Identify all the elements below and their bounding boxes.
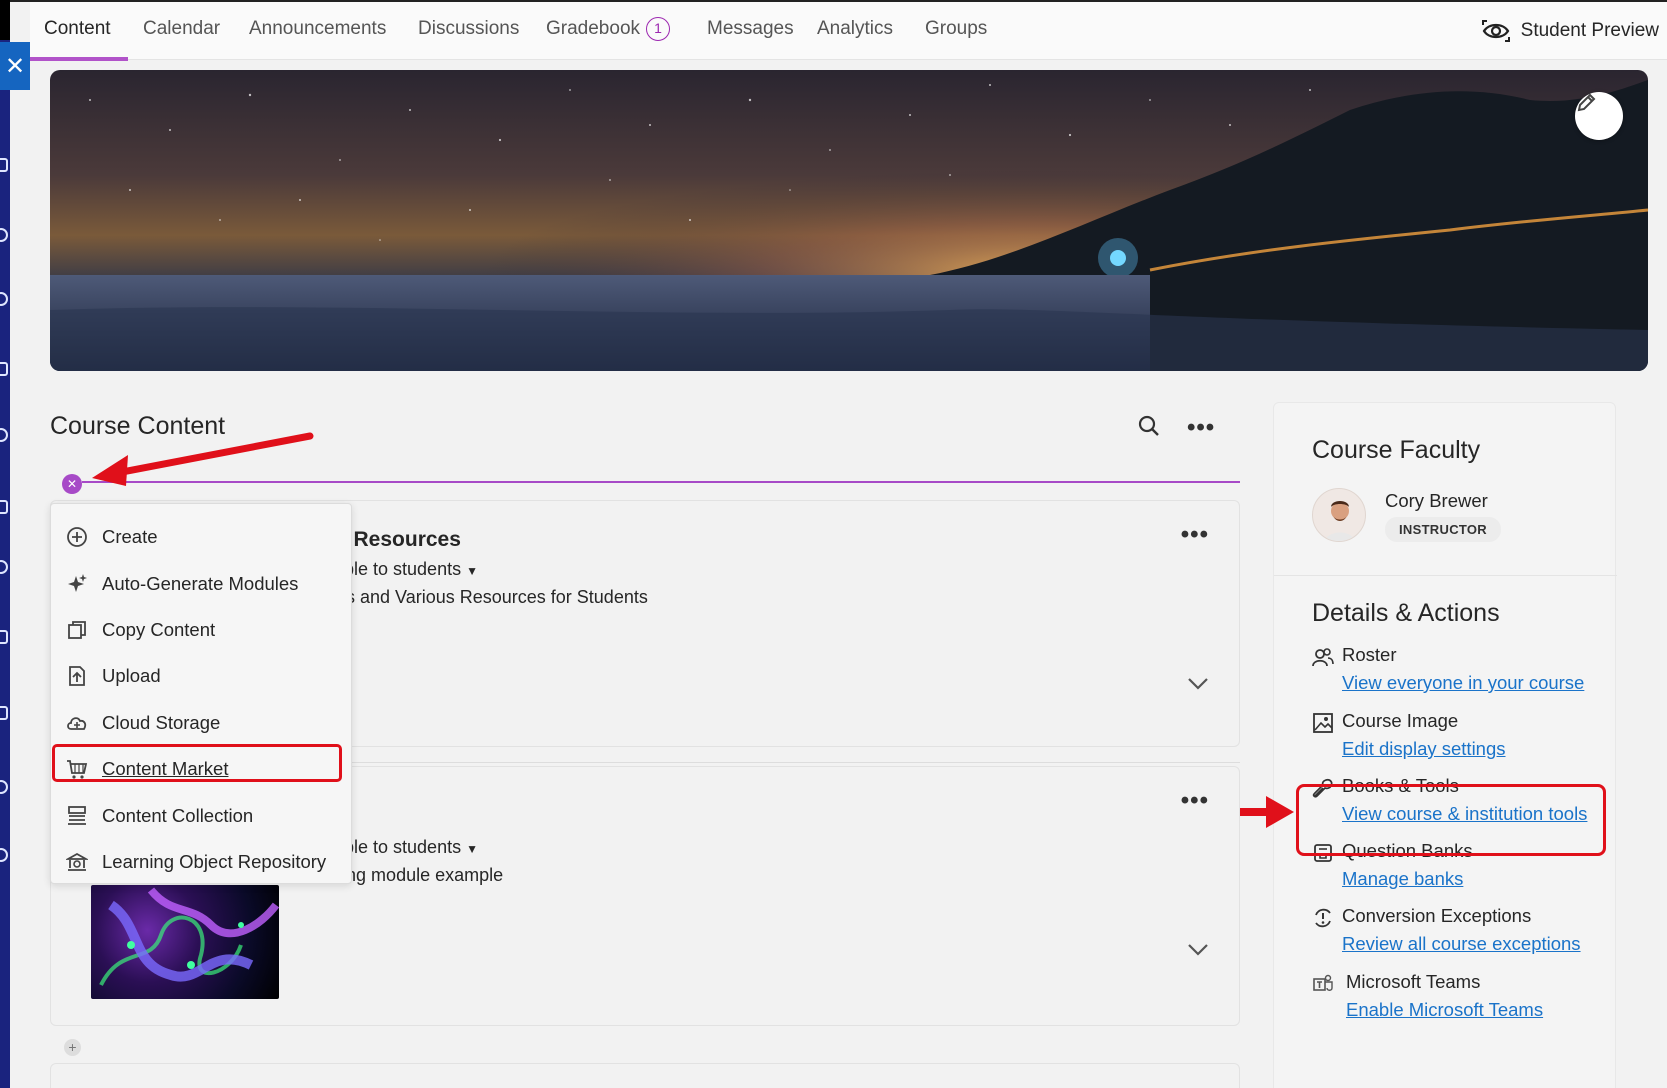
expand-chevron-button[interactable] [1187,671,1209,697]
nav-strip-icon[interactable] [0,362,8,376]
menu-item-create[interactable]: Create [51,514,351,560]
menu-item-upload[interactable]: Upload [51,653,351,699]
close-icon: ✕ [66,477,78,491]
course-faculty-heading: Course Faculty [1312,436,1481,464]
ellipsis-icon: ••• [1187,414,1216,441]
caret-down-icon: ▼ [466,842,478,856]
course-banner-image [50,70,1648,371]
item-options-button[interactable]: ••• [1181,787,1209,815]
plus-circle-icon [67,527,87,547]
tab-groups[interactable]: Groups [925,2,987,60]
question-banks-link[interactable]: Manage banks [1342,868,1463,890]
roster-icon [1312,648,1334,667]
avatar[interactable] [1312,488,1366,542]
close-add-menu-button[interactable]: ✕ [62,474,82,494]
close-icon: ✕ [4,52,26,80]
ellipsis-icon: ••• [1180,521,1209,548]
left-navigation-strip [0,0,10,1088]
ellipsis-icon: ••• [1180,787,1209,814]
exception-icon [1315,908,1331,928]
add-content-button[interactable]: + [64,1039,81,1056]
cloud-icon [67,716,87,730]
pencil-icon [1577,93,1596,112]
menu-item-copy-content[interactable]: Copy Content [51,607,351,653]
roster-label: Roster [1342,644,1397,665]
edit-banner-button[interactable] [1575,92,1623,140]
books-tools-annotation-box [1296,784,1606,856]
nav-strip-icon[interactable] [0,158,8,172]
course-content-heading: Course Content [50,412,226,440]
nav-strip-icon[interactable] [0,428,8,442]
menu-item-auto-generate-modules[interactable]: Auto-Generate Modules [51,560,351,606]
visibility-dropdown[interactable]: ible to students ▼ [340,559,478,580]
plus-icon: + [68,1039,77,1055]
item-options-button[interactable]: ••• [1181,521,1209,549]
roster-link[interactable]: View everyone in your course [1342,672,1584,694]
gradebook-count-badge: 1 [646,16,671,41]
upload-icon [69,666,85,687]
nav-strip-icon[interactable] [0,630,8,644]
content-market-annotation-box [52,744,342,782]
panel-divider [1274,575,1617,576]
course-image-label: Course Image [1342,710,1459,731]
close-panel-button[interactable]: ✕ [0,42,30,90]
details-actions-heading: Details & Actions [1312,599,1500,627]
arrow-to-add-button [92,432,314,486]
microsoft-teams-link[interactable]: Enable Microsoft Teams [1346,999,1543,1021]
sparkle-icon [68,574,87,593]
tab-gradebook[interactable]: Gradebook 1 [546,2,671,60]
more-options-button[interactable]: ••• [1187,414,1215,442]
chevron-down-icon [1188,678,1208,690]
visibility-dropdown[interactable]: ible to students ▼ [340,837,478,858]
course-nav-bar: Content Calendar Announcements Discussio… [30,2,1667,61]
nav-strip-icon[interactable] [0,780,8,794]
faculty-name[interactable]: Cory Brewer [1385,490,1488,512]
add-content-line[interactable] [82,481,1240,483]
instructor-portrait [1325,501,1355,541]
module-thumbnail-image [91,885,279,999]
menu-item-learning-object-repository[interactable]: Learning Object Repository [51,839,351,885]
microsoft-teams-label: Microsoft Teams [1346,971,1481,992]
item-title[interactable]: e Resources [336,528,461,552]
night-seascape-illustration [50,70,1648,371]
tab-messages[interactable]: Messages [707,2,794,60]
chevron-down-icon [1188,944,1208,956]
nav-strip-icon[interactable] [0,706,8,720]
nav-strip-icon[interactable] [0,848,8,862]
menu-item-cloud-storage[interactable]: Cloud Storage [51,700,351,746]
tab-analytics[interactable]: Analytics [817,2,893,60]
nav-strip-icon[interactable] [0,500,8,514]
eye-preview-icon [1481,20,1510,42]
copy-icon [68,620,86,639]
search-icon [1138,415,1159,436]
octopus-illustration [99,887,279,986]
teams-icon [1313,974,1333,991]
nav-strip-icon[interactable] [0,560,8,574]
course-image-link[interactable]: Edit display settings [1342,738,1506,760]
nav-strip-icon[interactable] [0,292,8,306]
caret-down-icon: ▼ [466,564,478,578]
search-content-button[interactable] [1137,414,1161,443]
tab-announcements[interactable]: Announcements [249,2,386,60]
tab-discussions[interactable]: Discussions [418,2,519,60]
expand-chevron-button[interactable] [1187,937,1209,963]
faculty-role-badge: INSTRUCTOR [1385,517,1501,542]
repository-icon [66,852,88,871]
add-content-menu: Create Auto-Generate Modules Copy Conten… [50,503,352,884]
tab-calendar[interactable]: Calendar [143,2,220,60]
collection-icon [68,806,86,826]
menu-item-content-collection[interactable]: Content Collection [51,792,351,838]
content-item-card[interactable] [50,1063,1240,1088]
image-icon [1313,713,1333,733]
active-tab-indicator [30,57,128,61]
nav-strip-icon[interactable] [0,228,8,242]
course-details-panel: Course Faculty Cory Brewer INSTRUCTOR De… [1273,402,1617,1088]
item-description: us and Various Resources for Students [336,587,648,607]
conversion-exceptions-link[interactable]: Review all course exceptions [1342,933,1581,955]
tab-content[interactable]: Content [30,2,128,61]
conversion-exceptions-label: Conversion Exceptions [1342,905,1532,926]
student-preview-button[interactable]: Student Preview [1481,2,1659,60]
